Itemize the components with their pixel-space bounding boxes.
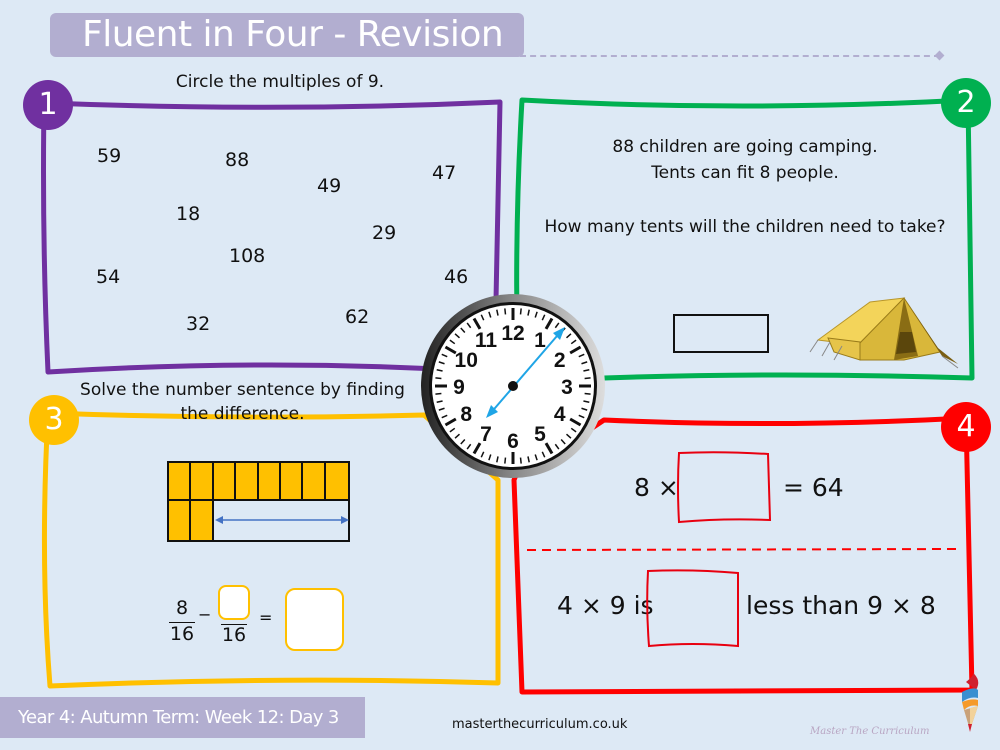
clock-numeral: 8 bbox=[460, 403, 472, 426]
website-link[interactable]: masterthecurriculum.co.uk bbox=[452, 717, 627, 732]
equals-sign: = bbox=[259, 608, 273, 627]
question-1-badge: 1 bbox=[23, 80, 73, 130]
clock-center bbox=[508, 381, 518, 391]
fraction-1-numerator: 8 bbox=[175, 597, 189, 619]
q1-number[interactable]: 54 bbox=[96, 266, 120, 288]
clock-tick bbox=[519, 457, 522, 464]
q4-eq2-left: 4 × 9 is bbox=[557, 591, 654, 620]
q3-numerator-answer-box[interactable] bbox=[218, 585, 250, 620]
q4-eq1-left: 8 × bbox=[634, 473, 679, 502]
minus-sign: − bbox=[198, 605, 212, 624]
q2-answer-box[interactable] bbox=[673, 314, 769, 353]
q1-number[interactable]: 46 bbox=[444, 266, 468, 288]
clock-numeral: 7 bbox=[480, 423, 492, 446]
q4-eq1-right: = 64 bbox=[783, 473, 844, 502]
q1-number[interactable]: 108 bbox=[229, 245, 265, 267]
clock-icon: 12 12 3 45678 9 1011 bbox=[421, 294, 605, 478]
clock-tick bbox=[519, 308, 522, 315]
q1-number[interactable]: 18 bbox=[176, 203, 200, 225]
bar-model-shaded-cell bbox=[191, 463, 214, 499]
bar-model-shaded-cell bbox=[236, 463, 259, 499]
clock-tick bbox=[584, 377, 591, 380]
clock-numeral: 3 bbox=[561, 376, 573, 399]
q1-number[interactable]: 47 bbox=[432, 162, 456, 184]
bar-model-shaded-cell bbox=[169, 501, 192, 540]
clock-numeral: 1 bbox=[534, 329, 546, 352]
q3-instruction-line-2: the difference. bbox=[180, 404, 305, 424]
q4-divider bbox=[526, 548, 959, 551]
fraction-1-denominator: 16 bbox=[169, 623, 195, 645]
difference-arrow-icon bbox=[215, 516, 349, 524]
clock-tick bbox=[504, 308, 507, 315]
clock-tick bbox=[435, 377, 442, 380]
clock-numeral: 2 bbox=[554, 349, 566, 372]
q4-eq1-answer-box[interactable] bbox=[676, 450, 772, 525]
bar-model-shaded-cell bbox=[303, 463, 326, 499]
bar-model-row-1 bbox=[169, 463, 348, 501]
clock-numeral: 6 bbox=[507, 430, 519, 453]
clock-numeral: 10 bbox=[455, 349, 478, 372]
pencil-logo-icon bbox=[962, 672, 979, 732]
clock-numeral: 11 bbox=[475, 329, 498, 352]
fraction-2-denominator: 16 bbox=[221, 624, 247, 646]
clock-tick bbox=[435, 392, 442, 395]
q3-instruction-line-1: Solve the number sentence by finding bbox=[80, 380, 405, 400]
q1-number[interactable]: 29 bbox=[372, 222, 396, 244]
q3-result-answer-box[interactable] bbox=[285, 588, 344, 651]
q2-line-1: 88 children are going camping. bbox=[612, 137, 878, 157]
bar-model-shaded-cell bbox=[258, 463, 281, 499]
q1-instruction: Circle the multiples of 9. bbox=[175, 72, 385, 92]
clock-numeral: 5 bbox=[534, 423, 546, 446]
clock-numeral: 4 bbox=[554, 403, 566, 426]
bar-model-shaded-cell bbox=[325, 463, 348, 499]
q1-number[interactable]: 59 bbox=[97, 145, 121, 167]
q4-eq2-answer-box[interactable] bbox=[644, 568, 742, 650]
clock-tick bbox=[584, 392, 591, 395]
clock-numeral: 12 bbox=[501, 322, 524, 345]
bar-model-shaded-cell bbox=[213, 463, 237, 499]
q1-number[interactable]: 88 bbox=[225, 149, 249, 171]
tent-icon bbox=[809, 297, 959, 369]
q2-question: How many tents will the children need to… bbox=[544, 217, 946, 237]
bar-model-shaded-cell bbox=[191, 501, 214, 540]
clock-tick bbox=[504, 457, 507, 464]
question-4-badge: 4 bbox=[941, 402, 991, 452]
question-2-badge: 2 bbox=[941, 78, 991, 128]
q1-number[interactable]: 49 bbox=[317, 175, 341, 197]
q1-number[interactable]: 62 bbox=[345, 306, 369, 328]
brand-signature: Master The Curriculum bbox=[810, 726, 930, 737]
q2-line-2: Tents can fit 8 people. bbox=[651, 163, 839, 183]
bar-model bbox=[167, 461, 350, 542]
bar-model-shaded-cell bbox=[169, 463, 192, 499]
clock-numeral: 9 bbox=[453, 376, 465, 399]
bar-model-shaded-cell bbox=[280, 463, 304, 499]
lesson-label: Year 4: Autumn Term: Week 12: Day 3 bbox=[18, 707, 339, 728]
q4-eq2-right: less than 9 × 8 bbox=[746, 591, 936, 620]
q1-number[interactable]: 32 bbox=[186, 313, 210, 335]
